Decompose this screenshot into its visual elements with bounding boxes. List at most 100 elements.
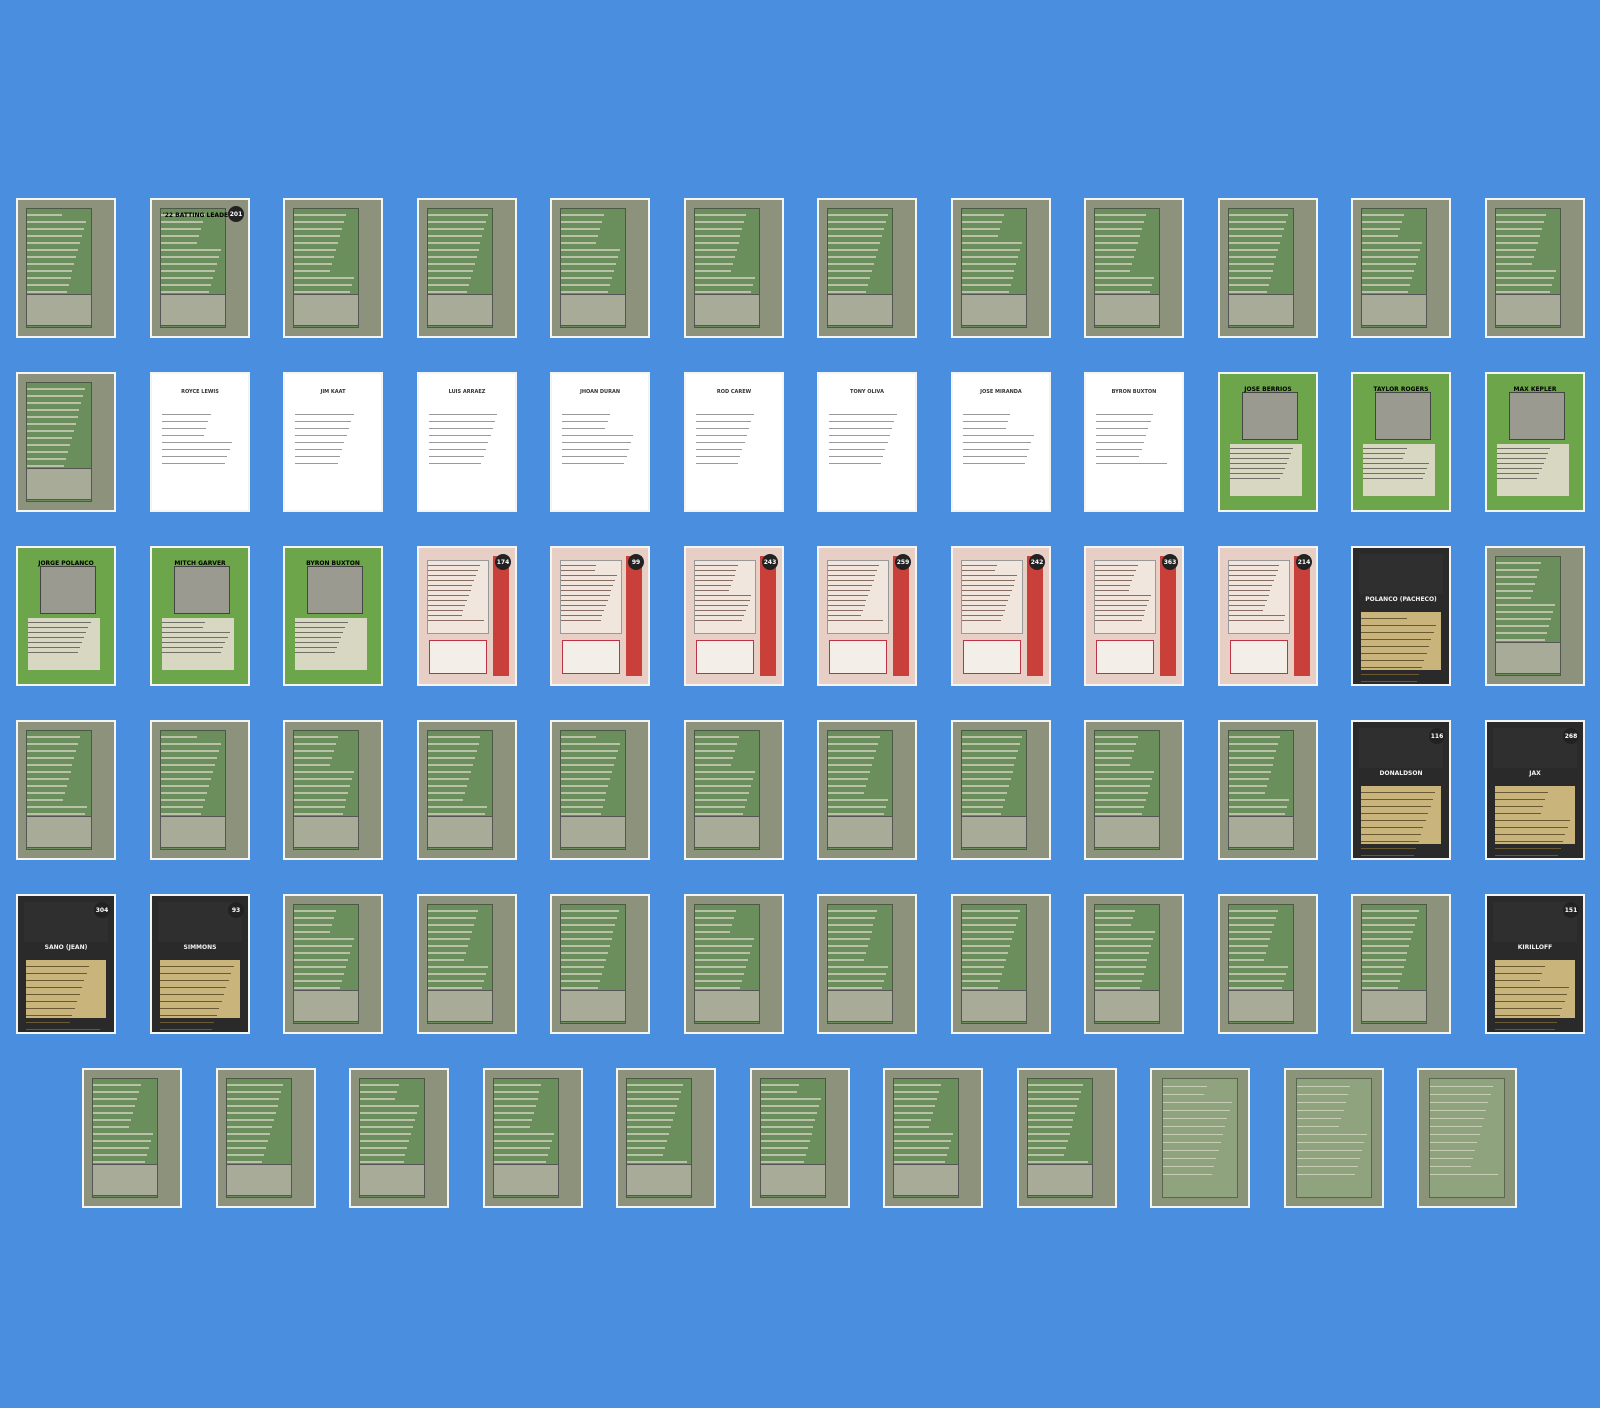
text-line	[161, 750, 219, 752]
text-line	[1430, 1166, 1471, 1167]
text-line	[295, 435, 347, 436]
card-footer	[760, 1164, 826, 1196]
text-line	[294, 235, 341, 237]
text-line	[1363, 453, 1405, 454]
text-line	[561, 792, 607, 794]
text-line	[828, 959, 864, 961]
text-line	[93, 1112, 134, 1114]
text-line	[1363, 458, 1403, 459]
trading-card	[616, 1068, 716, 1208]
text-line	[294, 249, 337, 251]
text-line	[1361, 667, 1422, 668]
text-line	[161, 799, 206, 801]
text-line	[962, 952, 1009, 954]
text-line	[1497, 453, 1549, 454]
text-line	[494, 1154, 548, 1156]
text-line	[1095, 600, 1149, 601]
text-line	[428, 980, 485, 982]
text-line	[27, 736, 81, 738]
text-line	[1297, 1110, 1344, 1111]
text-line	[27, 451, 68, 453]
text-line	[162, 637, 228, 638]
card-stripe	[1027, 556, 1043, 676]
text-line	[962, 221, 1003, 223]
text-line	[294, 228, 342, 230]
text-line	[227, 1105, 278, 1107]
text-line	[962, 792, 1007, 794]
text-line	[828, 242, 880, 244]
text-line	[429, 428, 493, 429]
text-line	[428, 764, 473, 766]
card-title: DONALDSON	[1379, 770, 1423, 777]
text-line	[1095, 585, 1131, 586]
text-line	[1362, 966, 1404, 968]
text-line	[162, 463, 226, 464]
text-line	[962, 917, 1018, 919]
trading-card: 363	[1084, 546, 1184, 686]
text-line	[828, 605, 865, 606]
text-line	[1095, 575, 1134, 576]
trading-card	[216, 1068, 316, 1208]
text-line	[1361, 618, 1407, 619]
text-line	[695, 931, 731, 933]
card-title: JAX	[1529, 770, 1541, 777]
text-line	[962, 570, 995, 571]
text-line	[1096, 456, 1140, 457]
text-line	[1297, 1174, 1356, 1175]
card-footer	[1228, 816, 1294, 848]
text-line	[894, 1091, 939, 1093]
text-line	[561, 757, 617, 759]
card-title: JHOAN DURAN	[579, 389, 621, 395]
text-line	[1095, 605, 1148, 606]
text-line	[561, 799, 605, 801]
text-line	[160, 1008, 220, 1009]
text-line	[1028, 1147, 1066, 1149]
text-line	[295, 652, 335, 653]
text-line	[1363, 463, 1430, 464]
text-line	[294, 277, 355, 279]
text-line	[828, 785, 867, 787]
text-line	[695, 605, 748, 606]
text-line	[627, 1084, 683, 1086]
text-line	[561, 575, 617, 576]
text-line	[93, 1119, 132, 1121]
text-line	[561, 924, 616, 926]
text-line	[761, 1154, 806, 1156]
card-body	[961, 560, 1023, 634]
text-line	[1495, 1001, 1565, 1002]
text-line	[962, 945, 1010, 947]
text-line	[1495, 834, 1566, 835]
trading-card	[349, 1068, 449, 1208]
text-line	[1362, 270, 1414, 272]
text-line	[28, 642, 82, 643]
text-line	[828, 938, 870, 940]
trading-card	[951, 720, 1051, 860]
trading-card	[283, 198, 383, 338]
text-line	[27, 409, 80, 411]
text-line	[1028, 1140, 1068, 1142]
text-line	[695, 924, 733, 926]
text-line	[695, 959, 749, 961]
card-footer	[26, 468, 92, 500]
text-line	[1229, 917, 1276, 919]
text-line	[227, 1154, 265, 1156]
text-line	[1095, 757, 1133, 759]
trading-card	[684, 720, 784, 860]
text-line	[162, 642, 226, 643]
text-line	[428, 590, 471, 591]
text-line	[494, 1126, 530, 1128]
text-line	[1495, 792, 1548, 793]
card-footer	[92, 1164, 158, 1196]
card-body	[162, 618, 234, 670]
text-line	[1096, 414, 1153, 415]
text-line	[962, 228, 1001, 230]
text-line	[561, 952, 608, 954]
text-line	[894, 1154, 948, 1156]
text-line	[1095, 570, 1136, 571]
card-footer	[293, 816, 359, 848]
text-line	[828, 980, 884, 982]
player-photo	[1242, 392, 1298, 440]
card-footer	[427, 990, 493, 1022]
text-line	[1229, 291, 1267, 293]
text-line	[1496, 611, 1553, 613]
